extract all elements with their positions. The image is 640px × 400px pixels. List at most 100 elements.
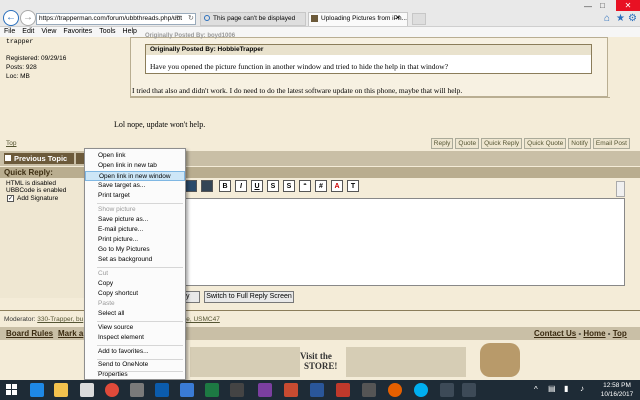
- next-arrow-icon[interactable]: [76, 153, 84, 164]
- taskbar-clock[interactable]: 12:58 PM 10/16/2017: [596, 381, 638, 399]
- powerpoint-icon[interactable]: [284, 383, 298, 397]
- post-actions: Reply Quote Quick Reply Quick Quote Notify Em…: [384, 138, 630, 150]
- chrome-icon[interactable]: [105, 383, 119, 397]
- menu-print-picture[interactable]: Print picture...: [85, 235, 185, 245]
- author-name[interactable]: trapper: [6, 38, 33, 45]
- moderator-names[interactable]: 330-Trapper, bu: [37, 316, 83, 323]
- toolbar-scroll[interactable]: [616, 181, 625, 197]
- mark-read-link[interactable]: Mark a: [58, 329, 83, 338]
- context-menu: Open link Open link in new tab Open link…: [84, 148, 186, 380]
- back-button[interactable]: ←: [3, 10, 19, 26]
- outlook-icon[interactable]: [155, 383, 169, 397]
- menu-email-picture[interactable]: E-mail picture...: [85, 225, 185, 235]
- favorites-star-icon[interactable]: ★: [616, 13, 625, 24]
- board-rules-link[interactable]: Board Rules: [6, 329, 53, 338]
- calculator-icon[interactable]: [130, 383, 144, 397]
- notify-button[interactable]: Notify: [568, 138, 591, 149]
- menu-select-all[interactable]: Select all: [85, 309, 185, 319]
- contact-us-link[interactable]: Contact Us: [534, 329, 576, 338]
- spoiler-button[interactable]: S: [283, 180, 295, 192]
- screenshot-icon[interactable]: [230, 383, 244, 397]
- tray-app-icon[interactable]: [462, 383, 476, 397]
- quick-reply-button[interactable]: Quick Reply: [481, 138, 523, 149]
- menu-inspect-element[interactable]: Inspect element: [85, 333, 185, 343]
- excel-icon[interactable]: [205, 383, 219, 397]
- close-window-icon[interactable]: ✕: [616, 0, 640, 11]
- menu-open-link[interactable]: Open link: [85, 151, 185, 161]
- file-explorer-icon[interactable]: [54, 383, 68, 397]
- add-signature-checkbox[interactable]: ✓: [7, 195, 14, 202]
- menu-favorites[interactable]: Favorites: [63, 28, 92, 35]
- color-button[interactable]: A: [331, 180, 343, 192]
- menu-tools[interactable]: Tools: [99, 28, 115, 35]
- quick-quote-button[interactable]: Quick Quote: [524, 138, 567, 149]
- maximize-icon[interactable]: □: [600, 1, 605, 10]
- tray-overflow-icon[interactable]: ^: [534, 385, 538, 394]
- people-icon[interactable]: [180, 383, 194, 397]
- full-reply-screen-button[interactable]: Switch to Full Reply Screen: [204, 291, 294, 303]
- footer-top-link[interactable]: Top: [613, 329, 627, 338]
- author-location: Loc: MB: [6, 73, 30, 80]
- address-bar[interactable]: https://trapperman.com/forum/ubbthreads.…: [36, 13, 196, 25]
- italic-button[interactable]: I: [235, 180, 247, 192]
- new-tab-button[interactable]: [412, 13, 426, 25]
- underline-button[interactable]: U: [251, 180, 263, 192]
- keyboard-icon[interactable]: [440, 383, 454, 397]
- menu-view-source[interactable]: View source: [85, 323, 185, 333]
- menu-copy-shortcut[interactable]: Copy shortcut: [85, 289, 185, 299]
- font-size-button[interactable]: T: [347, 180, 359, 192]
- battery-icon[interactable]: ▮: [564, 384, 568, 393]
- onenote-icon[interactable]: [258, 383, 272, 397]
- menu-help[interactable]: Help: [123, 28, 137, 35]
- menu-properties[interactable]: Properties: [85, 370, 185, 380]
- menu-set-background[interactable]: Set as background: [85, 255, 185, 265]
- menu-open-link-new-tab[interactable]: Open link in new tab: [85, 161, 185, 171]
- tab-uploading-pictures[interactable]: Uploading Pictures from iPh...: [308, 12, 408, 26]
- settings-gear-icon[interactable]: ⚙: [628, 13, 637, 24]
- refresh-icon[interactable]: ↻: [188, 14, 194, 22]
- store-banner[interactable]: Visit the STORE!: [150, 343, 530, 379]
- quote-text: Have you opened the picture function in …: [150, 62, 449, 71]
- reply-button[interactable]: Reply: [430, 138, 454, 149]
- menu-save-picture[interactable]: Save picture as...: [85, 215, 185, 225]
- menu-view[interactable]: View: [41, 28, 56, 35]
- volume-icon[interactable]: ♪: [580, 384, 584, 393]
- tab-page-not-displayed[interactable]: This page can't be displayed: [200, 12, 306, 26]
- media-icon[interactable]: [201, 180, 213, 192]
- previous-topic-button[interactable]: Previous Topic: [4, 153, 74, 164]
- post-divider: [130, 97, 610, 98]
- windows-start-icon[interactable]: [6, 384, 18, 396]
- menu-copy[interactable]: Copy: [85, 279, 185, 289]
- home-link[interactable]: Home: [583, 329, 605, 338]
- reply-textarea[interactable]: [185, 198, 625, 286]
- menu-add-favorites[interactable]: Add to favorites...: [85, 347, 185, 357]
- quote-button[interactable]: Quote: [455, 138, 480, 149]
- minimize-icon[interactable]: —: [584, 2, 592, 11]
- menu-edit[interactable]: Edit: [22, 28, 34, 35]
- network-icon[interactable]: ▤: [548, 384, 556, 393]
- quote-format-button[interactable]: “: [299, 180, 311, 192]
- search-icon[interactable]: ⌕▾: [174, 14, 181, 22]
- image-icon[interactable]: [185, 180, 197, 192]
- skype-icon[interactable]: [414, 383, 428, 397]
- app-window-icon[interactable]: [80, 383, 94, 397]
- media-icon-taskbar[interactable]: [362, 383, 376, 397]
- firefox-icon[interactable]: [388, 383, 402, 397]
- home-icon[interactable]: ⌂: [604, 13, 610, 24]
- bold-button[interactable]: B: [219, 180, 231, 192]
- menu-print-target[interactable]: Print target: [85, 191, 185, 201]
- top-link[interactable]: Top: [6, 140, 16, 147]
- email-post-button[interactable]: Email Post: [592, 138, 630, 149]
- word-icon[interactable]: [310, 383, 324, 397]
- menu-my-pictures[interactable]: Go to My Pictures: [85, 245, 185, 255]
- code-button[interactable]: #: [315, 180, 327, 192]
- menu-save-target[interactable]: Save target as...: [85, 181, 185, 191]
- acrobat-icon[interactable]: [336, 383, 350, 397]
- forward-button[interactable]: →: [20, 10, 36, 26]
- close-tab-icon[interactable]: ✕: [395, 14, 401, 22]
- ie-taskbar-icon[interactable]: [30, 383, 44, 397]
- menu-send-onenote[interactable]: Send to OneNote: [85, 360, 185, 370]
- menu-file[interactable]: File: [4, 28, 15, 35]
- strike-button[interactable]: S: [267, 180, 279, 192]
- menu-open-link-new-window[interactable]: Open link in new window: [85, 171, 185, 181]
